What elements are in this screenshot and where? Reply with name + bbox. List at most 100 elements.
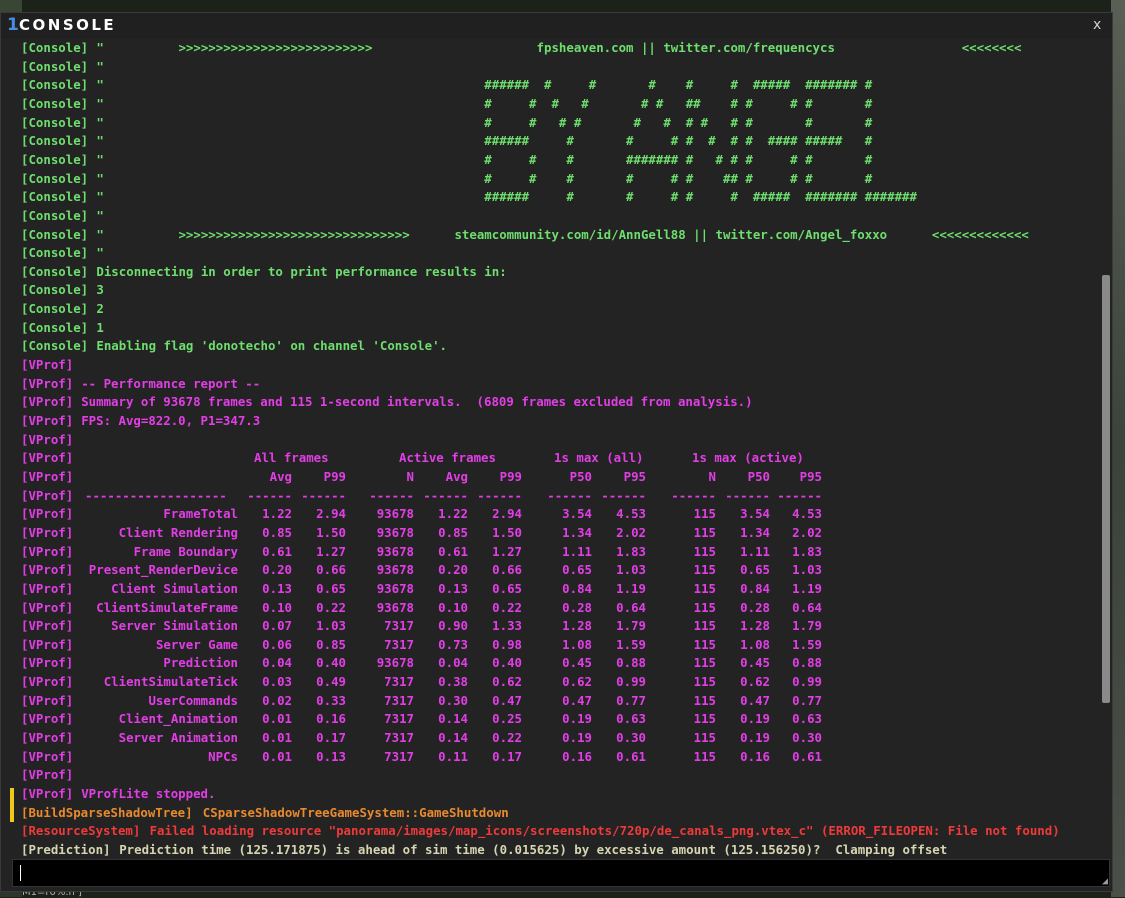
perf-metric-name: Server Game	[155, 636, 238, 652]
perf-cell: 0.64	[792, 599, 822, 615]
perf-cell: 1.19	[792, 580, 822, 596]
perf-cell: 0.04	[438, 655, 468, 671]
perf-cell: 0.61	[262, 543, 292, 559]
log-text: CSparseShadowTreeGameSystem::GameShutdow…	[202, 804, 509, 820]
perf-cell: P95	[799, 468, 822, 484]
perf-cell: 0.88	[616, 655, 646, 671]
perf-cell: 0.33	[316, 692, 346, 708]
perf-cell: 2.94	[492, 506, 522, 522]
perf-cell: 0.77	[792, 692, 822, 708]
log-prefix: [Console]	[21, 151, 89, 167]
perf-cell: 0.28	[740, 599, 770, 615]
perf-cell: P50	[569, 468, 592, 484]
perf-cell: 115	[693, 711, 716, 727]
perf-cell: 0.85	[262, 524, 292, 540]
perf-metric-name: Client Rendering	[118, 524, 238, 540]
perf-separator: ------	[423, 487, 468, 503]
resize-grip-icon[interactable]: ◢	[1102, 876, 1108, 887]
log-text: 1	[96, 319, 104, 335]
perf-cell: 0.65	[492, 580, 522, 596]
perf-cell: N	[406, 468, 414, 484]
perf-cell: 1.83	[792, 543, 822, 559]
perf-cell: 0.11	[438, 748, 468, 764]
close-icon[interactable]: x	[1093, 17, 1101, 33]
log-prefix: [VProf]	[21, 786, 74, 801]
perf-cell: 0.90	[438, 618, 468, 634]
background-right-edge	[1111, 0, 1125, 897]
scroll-position-marker	[10, 788, 14, 822]
console-title: CONSOLE	[19, 16, 117, 34]
log-prefix: [Console]	[21, 282, 89, 298]
log-prefix: [Console]	[21, 189, 89, 205]
log-text: 3	[96, 282, 104, 298]
perf-metric-name: NPCs	[208, 748, 238, 764]
log-text: Disconnecting in order to print performa…	[96, 263, 507, 279]
console-logo-icon: 1	[7, 15, 19, 35]
perf-cell: 1.33	[492, 618, 522, 634]
console-window[interactable]: 1 CONSOLE x [Console] " >>>>>>>>>>>>>>>>>…	[0, 12, 1113, 892]
perf-cell: 0.66	[492, 562, 522, 578]
log-prefix: [VProf]	[21, 580, 74, 596]
perf-cell: 0.45	[740, 655, 770, 671]
console-output[interactable]: [Console] " >>>>>>>>>>>>>>>>>>>>>>>>>> fp…	[21, 39, 1113, 863]
log-prefix: [VProf]	[21, 524, 74, 540]
perf-cell: 93678	[376, 524, 414, 540]
perf-cell: 0.03	[262, 674, 292, 690]
perf-cell: 0.01	[262, 711, 292, 727]
perf-cell: 0.99	[616, 674, 646, 690]
log-prefix: [VProf]	[21, 711, 74, 727]
perf-cell: 115	[693, 618, 716, 634]
perf-metric-name: Present_RenderDevice	[88, 562, 238, 578]
console-titlebar[interactable]: 1 CONSOLE x	[1, 13, 1112, 39]
perf-cell: Avg	[269, 468, 292, 484]
perf-cell: 0.77	[616, 692, 646, 708]
perf-cell: 0.13	[262, 580, 292, 596]
perf-cell: 115	[693, 692, 716, 708]
perf-cell: 0.06	[262, 636, 292, 652]
perf-cell: 3.54	[562, 506, 592, 522]
perf-cell: 0.61	[792, 748, 822, 764]
perf-cell: 0.16	[740, 748, 770, 764]
vertical-scrollbar[interactable]	[1102, 275, 1110, 703]
perf-cell: 4.53	[616, 506, 646, 522]
perf-cell: 1.27	[316, 543, 346, 559]
log-prefix: [Console]	[21, 338, 89, 354]
perf-cell: 115	[693, 543, 716, 559]
perf-cell: 1.34	[740, 524, 770, 540]
perf-cell: 115	[693, 562, 716, 578]
perf-cell: 2.02	[616, 524, 646, 540]
log-prefix: [VProf]	[21, 413, 74, 428]
log-prefix: [VProf]	[21, 655, 74, 671]
command-input[interactable]	[12, 859, 1110, 887]
log-text: FPS: Avg=822.0, P1=347.3	[81, 413, 261, 428]
perf-cell: 93678	[376, 543, 414, 559]
perf-cell: 1.28	[740, 618, 770, 634]
perf-group-header: 1s max (active)	[692, 450, 804, 466]
perf-cell: P95	[623, 468, 646, 484]
perf-cell: 1.11	[562, 543, 592, 559]
perf-cell: 115	[693, 580, 716, 596]
perf-cell: 7317	[384, 636, 414, 652]
log-text: " # # # # # # ## # # # # #	[96, 95, 873, 111]
log-prefix: [VProf]	[21, 543, 74, 559]
log-prefix: [VProf]	[21, 618, 74, 634]
perf-cell: 0.63	[792, 711, 822, 727]
log-prefix: [VProf]	[21, 468, 74, 484]
perf-metric-name: Prediction	[163, 655, 238, 671]
perf-cell: 0.19	[562, 711, 592, 727]
perf-cell: 0.17	[316, 730, 346, 746]
perf-cell: 93678	[376, 599, 414, 615]
perf-cell: 1.59	[616, 636, 646, 652]
perf-cell: 1.03	[792, 562, 822, 578]
perf-cell: 7317	[384, 730, 414, 746]
perf-cell: 7317	[384, 748, 414, 764]
perf-metric-name: Frame Boundary	[133, 543, 238, 559]
perf-cell: 0.66	[316, 562, 346, 578]
log-prefix: [Prediction]	[21, 841, 111, 857]
perf-cell: 0.10	[438, 599, 468, 615]
perf-cell: 1.03	[616, 562, 646, 578]
perf-cell: 0.17	[492, 748, 522, 764]
log-prefix: [Console]	[21, 301, 89, 317]
perf-cell: 1.08	[740, 636, 770, 652]
perf-metric-name: Client_Animation	[118, 711, 238, 727]
